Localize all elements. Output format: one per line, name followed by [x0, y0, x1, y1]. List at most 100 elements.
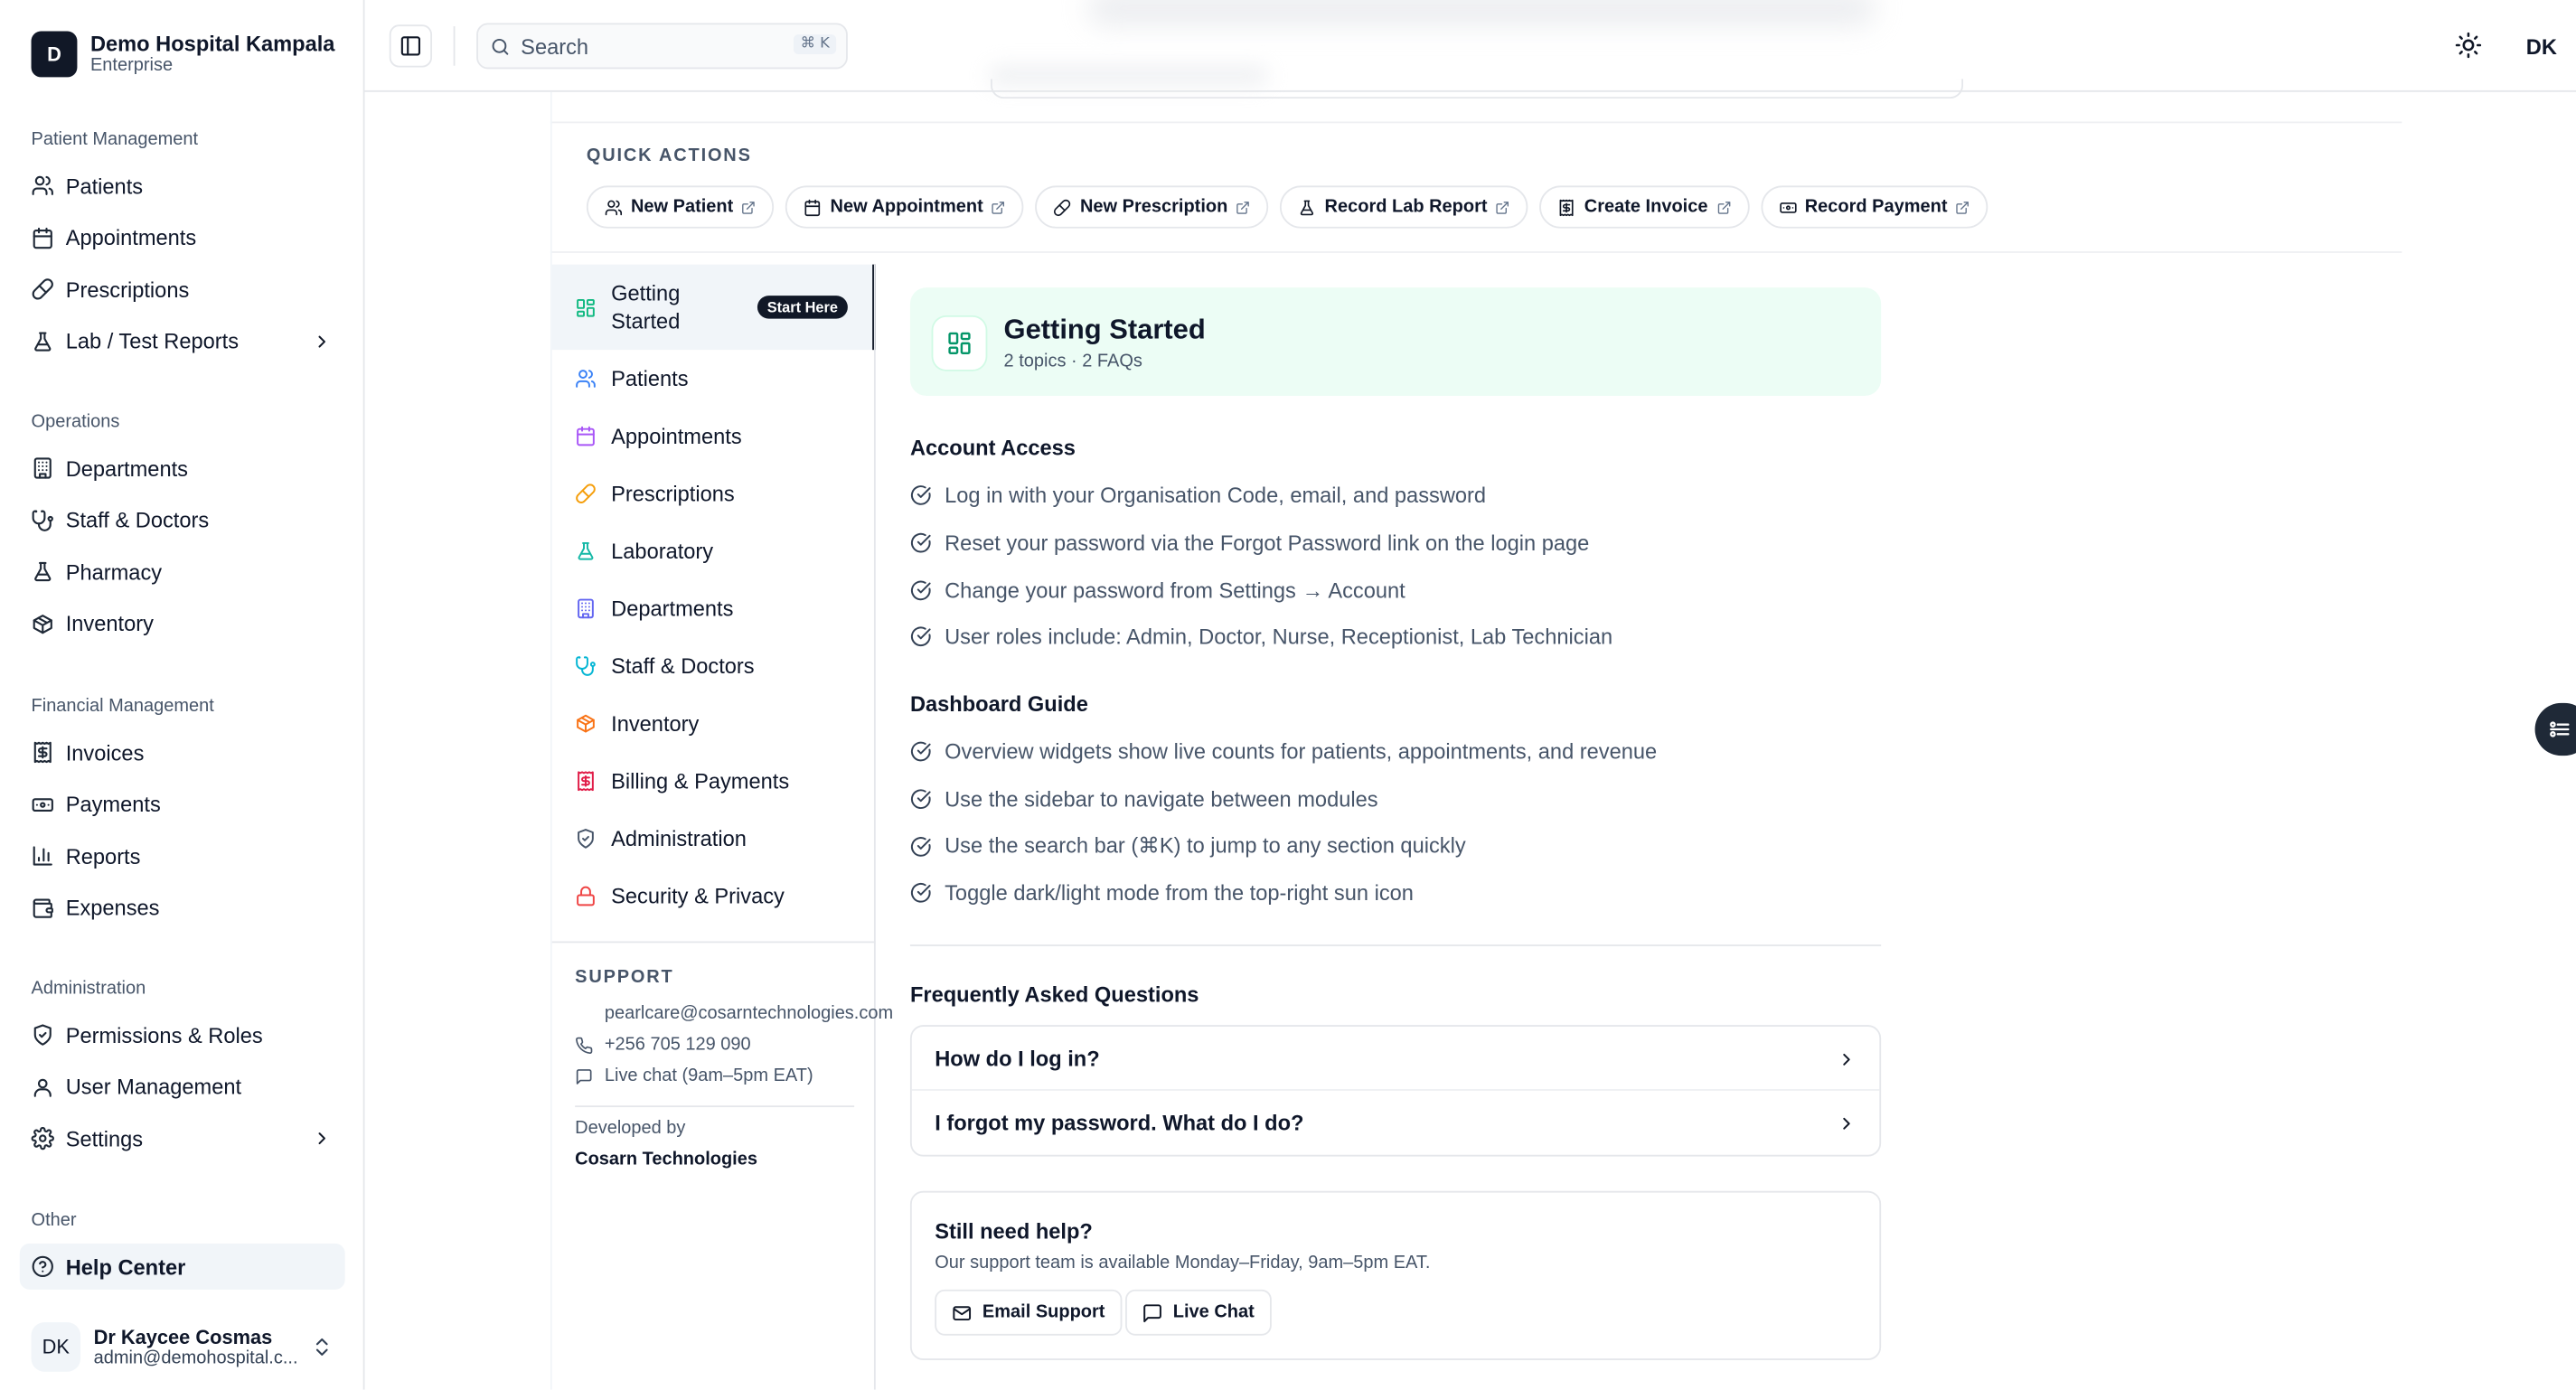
external-link-icon — [1236, 200, 1250, 214]
topic-label: Administration — [611, 826, 747, 851]
quick-action-label: New Appointment — [830, 197, 983, 217]
live-chat-button[interactable]: Live Chat — [1125, 1289, 1271, 1336]
topic-staff-doctors[interactable]: Staff & Doctors — [552, 637, 876, 695]
sidebar-item-staff-doctors[interactable]: Staff & Doctors — [20, 497, 345, 543]
checklist-item: Reset your password via the Forgot Passw… — [910, 531, 1589, 555]
help-title: Still need help? — [935, 1218, 1093, 1244]
flask-icon — [32, 330, 54, 352]
divider — [453, 26, 456, 66]
quick-action-new-prescription[interactable]: New Prescription — [1035, 185, 1269, 229]
sidebar-item-invoices[interactable]: Invoices — [20, 729, 345, 775]
faq-item[interactable]: I forgot my password. What do I do? — [912, 1091, 1880, 1155]
sidebar-group: Other Help Center — [0, 1209, 365, 1290]
package-icon — [575, 713, 597, 735]
user-avatar: DK — [31, 1322, 81, 1372]
sidebar-item-departments[interactable]: Departments — [20, 446, 345, 492]
sidebar-item-permissions-roles[interactable]: Permissions & Roles — [20, 1012, 345, 1058]
sidebar-item-inventory[interactable]: Inventory — [20, 601, 345, 647]
topic-billing-payments[interactable]: Billing & Payments — [552, 752, 876, 810]
message-square-icon — [1142, 1301, 1163, 1323]
faq-list: How do I log in? I forgot my password. W… — [909, 1025, 1882, 1157]
sidebar-item-help-center[interactable]: Help Center — [19, 1243, 345, 1290]
help-topic-list: Getting Started Start Here Patients Appoint… — [551, 264, 876, 925]
topic-administration[interactable]: Administration — [552, 810, 876, 868]
sidebar-item-user-management[interactable]: User Management — [20, 1064, 345, 1110]
topic-departments[interactable]: Departments — [552, 580, 876, 638]
check-circle-icon — [910, 741, 932, 763]
brand[interactable]: D Demo Hospital Kampala Enterprise — [31, 31, 334, 78]
wallet-icon — [32, 897, 54, 919]
quick-action-new-patient[interactable]: New Patient — [586, 185, 775, 229]
checklist-text: Log in with your Organisation Code, emai… — [945, 483, 1487, 508]
search-box[interactable]: ⌘ K — [476, 23, 848, 70]
sidebar-item-label: Lab / Test Reports — [65, 329, 240, 354]
sidebar-item-appointments[interactable]: Appointments — [20, 214, 345, 260]
list-filter-icon — [2548, 718, 2571, 740]
external-link-icon — [992, 200, 1006, 214]
sidebar-item-label: Help Center — [65, 1254, 186, 1280]
chevron-right-icon — [312, 1129, 332, 1149]
sidebar-item-label: Pharmacy — [65, 559, 163, 585]
floating-menu-button[interactable] — [2534, 702, 2576, 756]
user-menu[interactable]: DK Dr Kaycee Cosmas admin@demohospital.c… — [31, 1322, 343, 1372]
sidebar-toggle-button[interactable] — [389, 24, 433, 68]
sidebar-item-label: Settings — [65, 1126, 144, 1151]
developed-by-label: Developed by — [575, 1118, 686, 1139]
faq-item[interactable]: How do I log in? — [911, 1027, 1880, 1091]
quick-action-label: New Patient — [630, 197, 734, 217]
topic-getting-started[interactable]: Getting Started Start Here — [551, 264, 876, 351]
quick-action-new-appointment[interactable]: New Appointment — [785, 185, 1025, 229]
check-circle-icon — [910, 532, 932, 554]
topic-security-privacy[interactable]: Security & Privacy — [552, 868, 876, 925]
checklist-item: Toggle dark/light mode from the top-righ… — [910, 880, 1414, 905]
topic-title: Getting Started — [1003, 314, 1206, 345]
quick-action-create-invoice[interactable]: Create Invoice — [1539, 185, 1749, 229]
sidebar-item-label: Inventory — [65, 611, 154, 636]
quick-action-record-payment[interactable]: Record Payment — [1760, 185, 1988, 229]
external-link-icon — [1956, 200, 1970, 214]
grid-icon — [575, 296, 597, 318]
mail-icon — [951, 1301, 973, 1323]
sun-icon[interactable] — [2454, 32, 2482, 60]
topic-prescriptions[interactable]: Prescriptions — [552, 465, 876, 522]
support-chat[interactable]: Live chat (9am–5pm EAT) — [575, 1066, 813, 1086]
sidebar-item-patients[interactable]: Patients — [20, 163, 345, 209]
calendar-icon — [575, 426, 597, 447]
email-support-label: Email Support — [982, 1302, 1105, 1323]
support-phone[interactable]: +256 705 129 090 — [575, 1035, 751, 1055]
top-user-avatar[interactable]: DK — [2517, 23, 2567, 69]
quick-action-label: Record Payment — [1804, 197, 1948, 217]
sidebar-item-expenses[interactable]: Expenses — [20, 885, 345, 931]
checklist-text: User roles include: Admin, Doctor, Nurse… — [945, 624, 1613, 649]
user-icon — [32, 1075, 54, 1098]
panel-left-icon — [400, 34, 422, 57]
sidebar-item-payments[interactable]: Payments — [20, 781, 345, 827]
email-support-button[interactable]: Email Support — [935, 1289, 1122, 1336]
topic-inventory[interactable]: Inventory — [552, 695, 876, 753]
sidebar-group: Operations Departments Staff & Doctors Phar… — [0, 410, 365, 646]
quick-action-record-lab-report[interactable]: Record Lab Report — [1280, 185, 1528, 229]
receipt-icon — [32, 741, 54, 764]
topic-appointments[interactable]: Appointments — [552, 408, 876, 465]
sidebar-item-prescriptions[interactable]: Prescriptions — [20, 267, 345, 313]
help-circle-icon — [32, 1255, 54, 1278]
checklist-text: Use the search bar (⌘K) to jump to any s… — [945, 832, 1466, 858]
search-input[interactable] — [521, 33, 784, 59]
sidebar-item-lab-test-reports[interactable]: Lab / Test Reports — [20, 318, 345, 364]
sidebar-group-title: Other — [31, 1210, 77, 1231]
support-chat-text: Live chat (9am–5pm EAT) — [604, 1066, 813, 1086]
sidebar-item-settings[interactable]: Settings — [20, 1115, 345, 1161]
support-email[interactable]: pearlcare@cosarntechnologies.com — [575, 1004, 893, 1023]
chevron-right-icon — [1837, 1113, 1857, 1133]
topic-patients[interactable]: Patients — [552, 350, 876, 408]
pill-icon — [32, 278, 54, 301]
checklist-text: Toggle dark/light mode from the top-righ… — [945, 880, 1414, 906]
divider — [550, 121, 2402, 124]
sidebar-item-pharmacy[interactable]: Pharmacy — [20, 549, 345, 595]
topic-header: Getting Started 2 topics · 2 FAQs — [909, 287, 1882, 397]
pill-icon — [1054, 198, 1072, 216]
support-title: SUPPORT — [575, 967, 674, 988]
checklist-item: Change your password from Settings → Acc… — [910, 578, 1406, 603]
topic-laboratory[interactable]: Laboratory — [552, 522, 876, 580]
sidebar-item-reports[interactable]: Reports — [20, 833, 345, 879]
